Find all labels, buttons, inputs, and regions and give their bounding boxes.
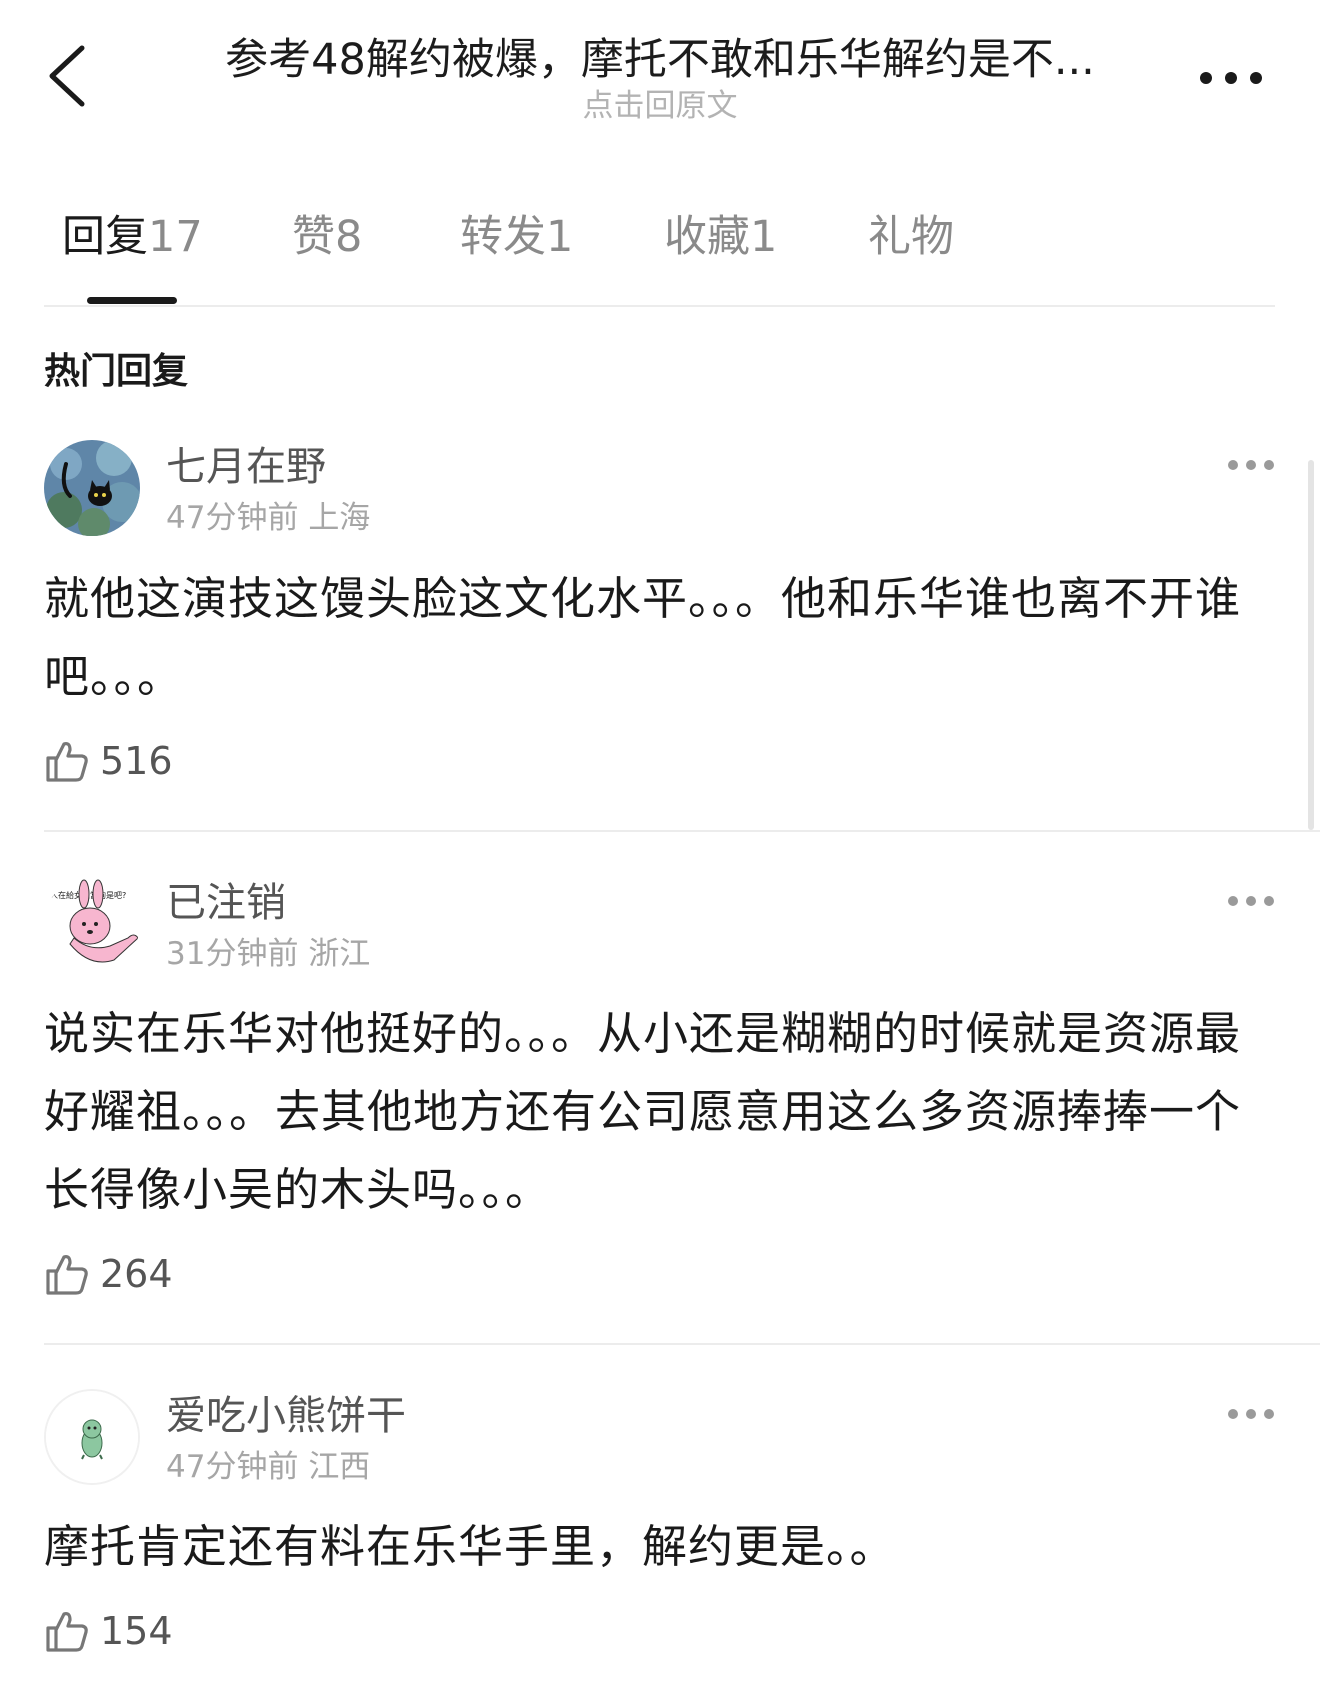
avatar[interactable] <box>44 1389 140 1485</box>
comment-text: 说实在乐华对他挺好的。。。从小还是糊糊的时候就是资源最好耀祖。。。去其他地方还有… <box>44 1007 1242 1216</box>
thumbs-up-icon <box>46 1255 88 1295</box>
tab-reposts[interactable]: 转发1 <box>460 209 573 265</box>
scrollbar[interactable] <box>1308 460 1314 830</box>
like-button[interactable]: 516 <box>44 736 204 786</box>
more-horizontal-icon <box>1228 1409 1274 1419</box>
tab-bar: 回复17 赞8 转发1 收藏1 礼物 <box>0 195 1320 305</box>
thumbs-up-icon <box>46 1612 88 1652</box>
comment-more-button[interactable] <box>1226 891 1276 911</box>
more-horizontal-icon <box>1200 72 1262 84</box>
back-button[interactable] <box>44 42 94 108</box>
comment-meta: 47分钟前 上海 <box>166 498 370 538</box>
top-bar: 参考48解约被爆，摩托不敢和乐华解约是不... 点击回原文 <box>0 0 1320 150</box>
comment-more-button[interactable] <box>1226 455 1276 475</box>
comment-more-button[interactable] <box>1226 1404 1276 1424</box>
tab-label: 回复 <box>62 212 148 262</box>
comment-meta: 31分钟前 浙江 <box>166 934 370 974</box>
comment-time: 47分钟前 <box>166 1449 299 1485</box>
avatar[interactable]: 人在給女人當狗是吧? <box>44 876 140 972</box>
tab-label: 收藏 <box>664 212 750 262</box>
like-count: 516 <box>100 739 173 783</box>
like-count: 154 <box>100 1609 173 1653</box>
more-horizontal-icon <box>1228 896 1274 906</box>
username[interactable]: 七月在野 <box>166 442 326 492</box>
comment-meta: 47分钟前 江西 <box>166 1447 370 1487</box>
like-count: 264 <box>100 1252 173 1296</box>
username[interactable]: 已注销 <box>166 878 286 928</box>
comment-location: 浙江 <box>308 936 371 972</box>
comment-location: 上海 <box>308 500 371 536</box>
tab-count: 8 <box>335 212 363 262</box>
more-horizontal-icon <box>1228 460 1274 470</box>
back-to-original-link[interactable]: 点击回原文 <box>180 86 1140 126</box>
thumbs-up-icon <box>46 742 88 782</box>
like-button[interactable]: 264 <box>44 1249 204 1299</box>
tab-likes[interactable]: 赞8 <box>292 209 362 265</box>
tab-replies[interactable]: 回复17 <box>62 209 203 265</box>
comment-location: 江西 <box>308 1449 371 1485</box>
comment-time: 47分钟前 <box>166 500 299 536</box>
tab-gifts[interactable]: 礼物 <box>868 209 954 265</box>
green-dinosaur-avatar <box>46 1391 138 1483</box>
tab-favorites[interactable]: 收藏1 <box>664 209 777 265</box>
hot-replies-heading: 热门回复 <box>44 351 189 392</box>
divider <box>44 1343 1320 1345</box>
black-cat-avatar <box>44 440 140 536</box>
comment-time: 31分钟前 <box>166 936 299 972</box>
more-options-button[interactable] <box>1196 60 1266 96</box>
tab-count: 17 <box>148 212 203 262</box>
tab-count: 1 <box>546 212 574 262</box>
chevron-left-icon <box>49 45 85 107</box>
pink-rabbit-avatar: 人在給女人當狗是吧? <box>44 876 140 972</box>
divider <box>44 830 1320 832</box>
tab-label: 赞 <box>292 212 335 262</box>
page-title[interactable]: 参考48解约被爆，摩托不敢和乐华解约是不... <box>180 32 1140 88</box>
avatar[interactable] <box>44 440 140 536</box>
tab-label: 转发 <box>460 212 546 262</box>
username[interactable]: 爱吃小熊饼干 <box>166 1391 406 1441</box>
comment-text: 就他这演技这馒头脸这文化水平。。。他和乐华谁也离不开谁吧。。。 <box>44 572 1242 703</box>
comment-text: 摩托肯定还有料在乐华手里，解约更是。。 <box>44 1520 896 1573</box>
like-button[interactable]: 154 <box>44 1606 204 1656</box>
tab-count: 1 <box>750 212 778 262</box>
tab-label: 礼物 <box>868 212 954 262</box>
active-tab-indicator <box>87 297 177 304</box>
divider <box>44 305 1275 307</box>
